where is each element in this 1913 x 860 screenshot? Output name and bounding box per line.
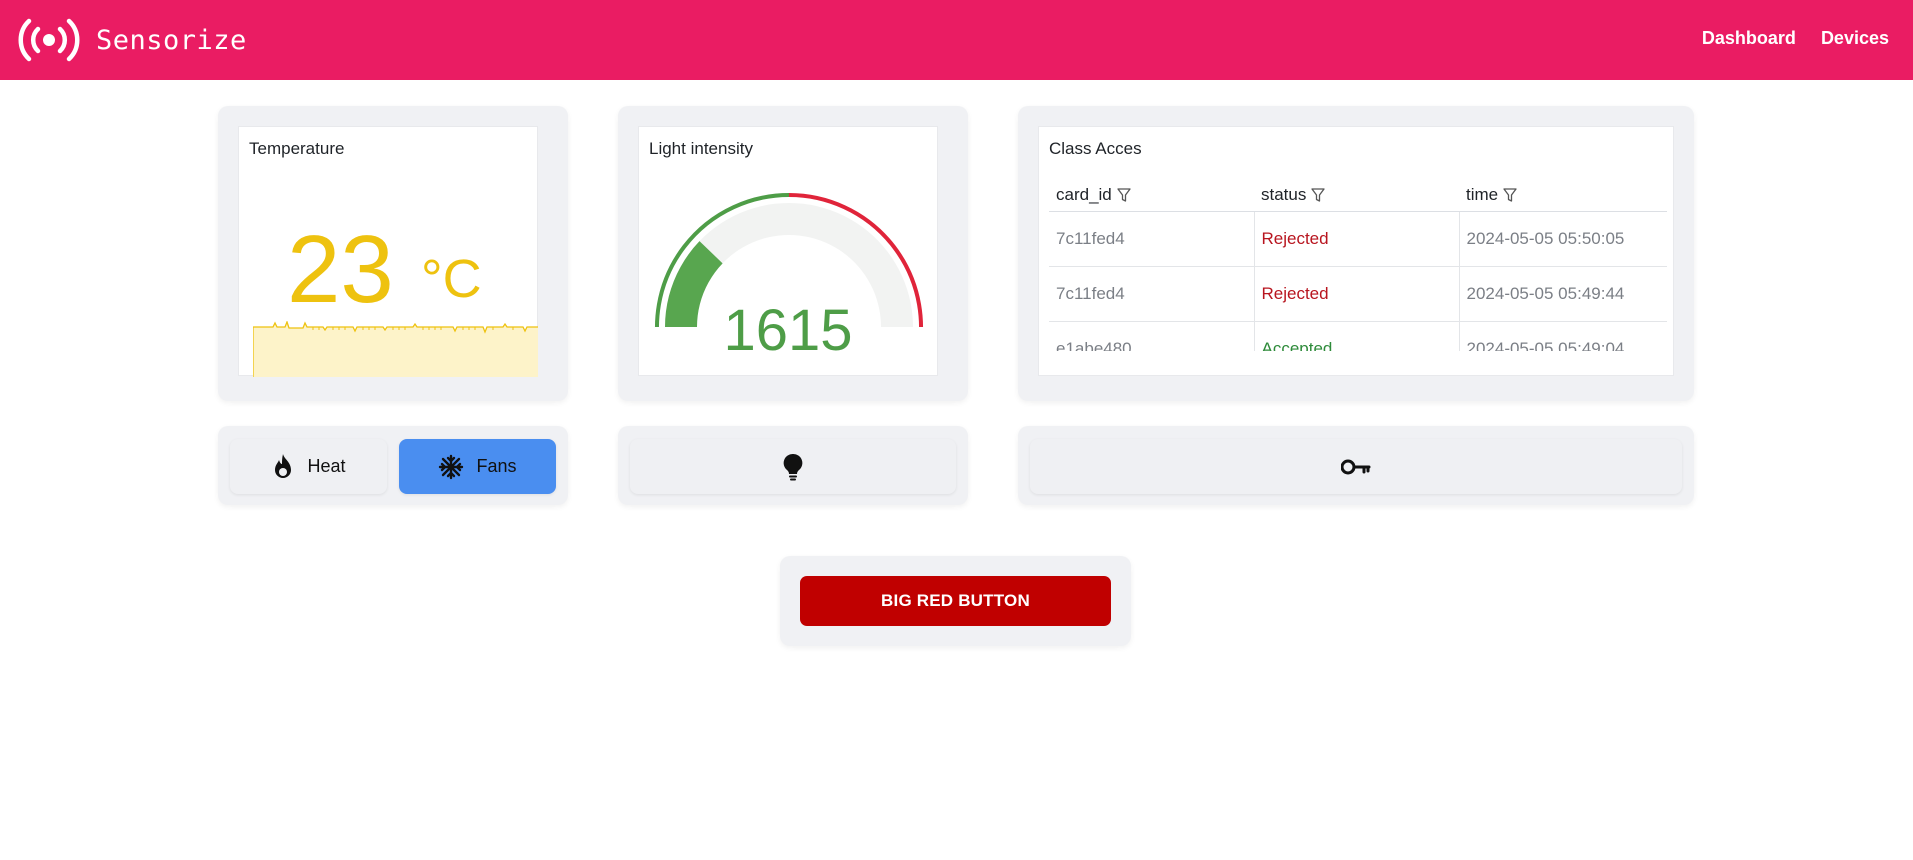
access-table-scroll[interactable]: card_id status time 7c11fed4 Rejected 20… — [1049, 179, 1667, 351]
big-red-button[interactable]: BIG RED BUTTON — [800, 576, 1111, 626]
light-panel: Light intensity 1615 — [618, 106, 968, 401]
temperature-unit: °C — [421, 249, 482, 309]
fans-label: Fans — [476, 456, 517, 476]
top-navbar: Sensorize Dashboard Devices — [0, 0, 1913, 80]
access-title: Class Acces — [1049, 139, 1142, 158]
table-row[interactable]: e1abe480 Accepted 2024-05-05 05:49:04 — [1049, 321, 1667, 351]
unlock-button[interactable] — [1030, 439, 1682, 494]
lightbulb-icon — [783, 453, 803, 480]
cell-status: Rejected — [1253, 266, 1459, 322]
col-card-id[interactable]: card_id — [1049, 179, 1254, 212]
cell-status: Rejected — [1253, 211, 1459, 267]
filter-icon[interactable] — [1502, 187, 1518, 203]
climate-controls-panel: Heat Fans — [218, 426, 568, 505]
col-time-label: time — [1466, 184, 1499, 204]
table-header-row: card_id status time — [1049, 179, 1667, 212]
fans-button[interactable]: Fans — [399, 439, 556, 494]
heat-button[interactable]: Heat — [230, 439, 387, 494]
cell-status: Accepted — [1253, 321, 1459, 351]
filter-icon[interactable] — [1116, 187, 1132, 203]
cell-time: 2024-05-05 05:50:05 — [1458, 211, 1667, 267]
cell-time: 2024-05-05 05:49:04 — [1458, 321, 1667, 351]
brand[interactable]: Sensorize — [17, 12, 247, 68]
table-row[interactable]: 7c11fed4 Rejected 2024-05-05 05:49:44 — [1049, 266, 1667, 322]
light-controls-panel — [618, 426, 968, 505]
light-card: Light intensity 1615 — [638, 126, 938, 376]
filter-icon[interactable] — [1310, 187, 1326, 203]
cell-time: 2024-05-05 05:49:44 — [1458, 266, 1667, 322]
key-icon — [1341, 459, 1371, 474]
heat-label: Heat — [307, 456, 346, 476]
access-table: card_id status time 7c11fed4 Rejected 20… — [1049, 179, 1667, 351]
cell-card-id: e1abe480 — [1049, 321, 1254, 351]
nav-links: Dashboard Devices — [1702, 28, 1889, 49]
col-time[interactable]: time — [1459, 179, 1667, 212]
temperature-card: Temperature 23 °C — [238, 126, 538, 377]
light-toggle-button[interactable] — [630, 439, 956, 494]
light-value: 1615 — [723, 298, 853, 363]
access-panel: Class Acces card_id status time 7c11fed4… — [1018, 106, 1694, 401]
nav-devices[interactable]: Devices — [1821, 28, 1889, 49]
nav-dashboard[interactable]: Dashboard — [1702, 28, 1796, 49]
table-row[interactable]: 7c11fed4 Rejected 2024-05-05 05:50:05 — [1049, 211, 1667, 267]
temperature-value: 23 — [287, 216, 394, 323]
light-title: Light intensity — [649, 139, 753, 158]
col-status[interactable]: status — [1254, 179, 1459, 212]
temperature-panel: Temperature 23 °C — [218, 106, 568, 401]
temperature-title: Temperature — [249, 139, 345, 158]
col-status-label: status — [1261, 184, 1307, 204]
access-card: Class Acces card_id status time 7c11fed4… — [1038, 126, 1674, 376]
flame-icon — [275, 453, 292, 478]
snowflake-icon — [439, 454, 464, 479]
access-controls-panel — [1018, 426, 1694, 505]
cell-card-id: 7c11fed4 — [1049, 266, 1254, 322]
brand-name: Sensorize — [96, 24, 247, 56]
temperature-sparkline — [253, 321, 538, 377]
broadcast-icon — [18, 18, 80, 62]
cell-card-id: 7c11fed4 — [1049, 211, 1254, 267]
col-card-id-label: card_id — [1056, 184, 1112, 204]
